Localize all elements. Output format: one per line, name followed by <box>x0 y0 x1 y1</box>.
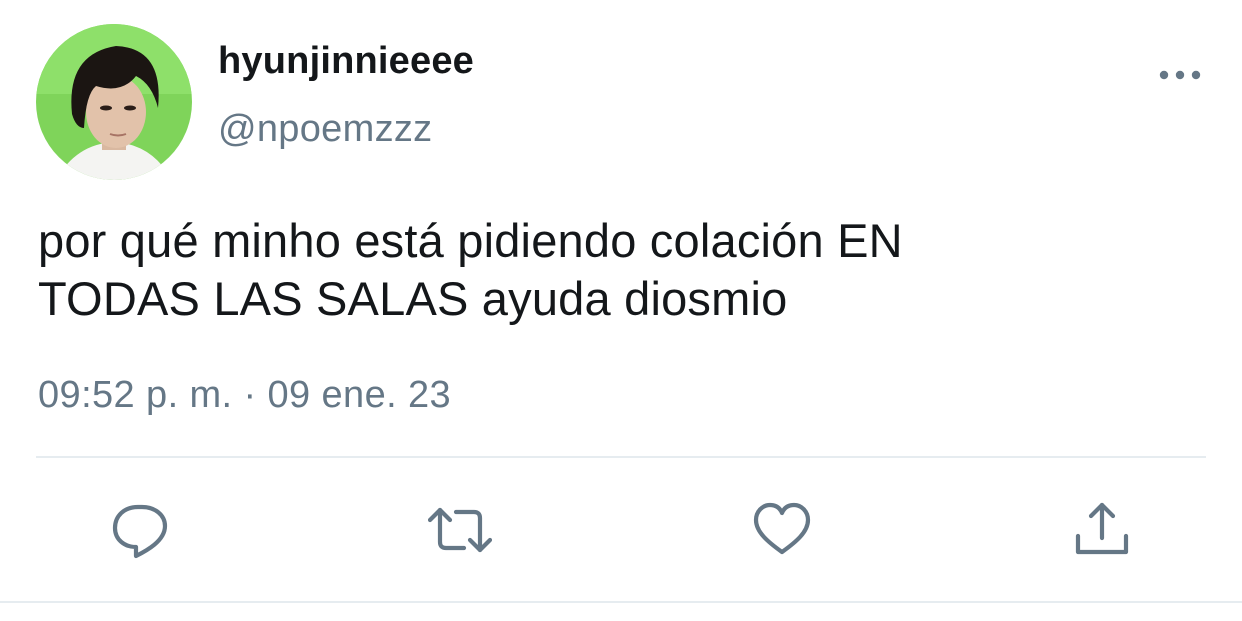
share-button[interactable] <box>1070 498 1134 562</box>
share-icon <box>1075 502 1129 555</box>
divider <box>36 456 1206 458</box>
more-options-button[interactable] <box>1152 60 1208 90</box>
display-name[interactable]: hyunjinnieeee <box>218 40 474 83</box>
like-button[interactable] <box>750 498 814 562</box>
avatar[interactable] <box>36 24 192 180</box>
retweet-icon <box>428 507 492 553</box>
tweet-text-line: TODAS LAS SALAS ayuda diosmio <box>38 272 788 325</box>
tweet-text-line: por qué minho está pidiendo colación EN <box>38 214 903 267</box>
tweet-card: hyunjinnieeee @npoemzzz por qué minho es… <box>0 0 1242 621</box>
reply-icon <box>112 504 168 559</box>
tweet-timestamp[interactable]: 09:52 p. m. · 09 ene. 23 <box>38 374 451 417</box>
heart-icon <box>753 502 811 555</box>
divider <box>0 601 1242 603</box>
retweet-button[interactable] <box>428 498 492 562</box>
user-handle[interactable]: @npoemzzz <box>218 108 432 151</box>
reply-button[interactable] <box>108 498 172 562</box>
more-horizontal-icon <box>1159 70 1201 80</box>
avatar-image <box>36 24 192 180</box>
tweet-text: por qué minho está pidiendo colación EN … <box>38 212 1188 328</box>
